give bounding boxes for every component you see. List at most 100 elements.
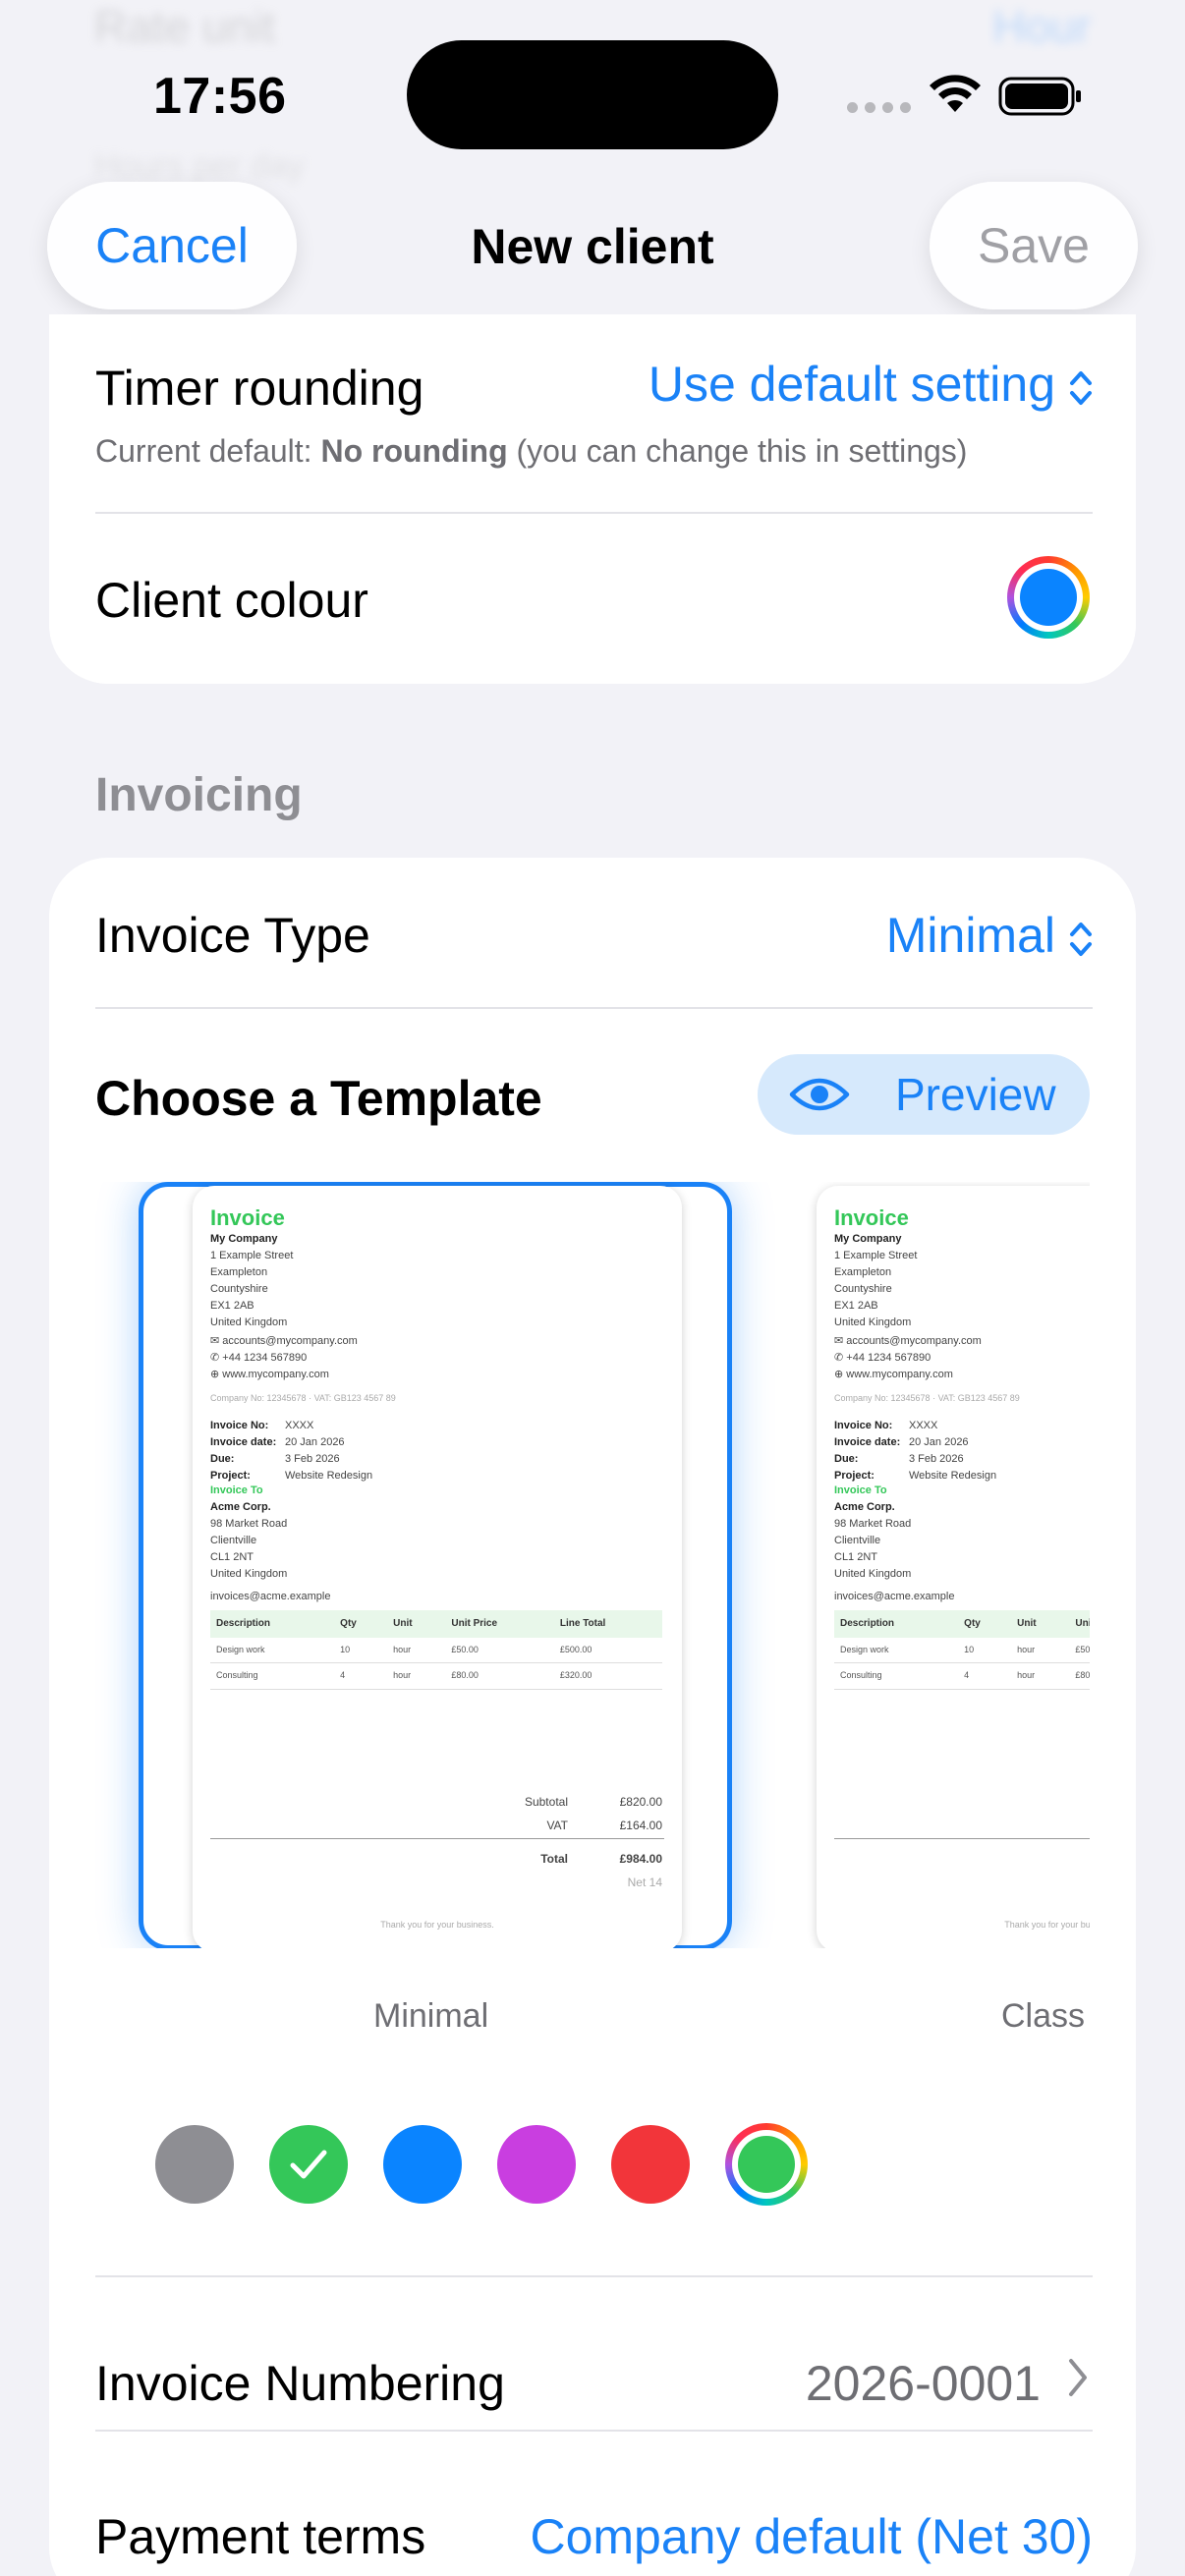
table-cell: Design work	[834, 1637, 959, 1664]
invoice-to-label: Invoice To	[210, 1484, 263, 1496]
total-value: £820.00	[619, 1795, 662, 1809]
colour-swatch[interactable]	[497, 2125, 576, 2204]
client-address-line: CL1 2NT	[834, 1551, 878, 1564]
meta-value: 3 Feb 2026	[285, 1453, 340, 1466]
invoice-preview-client: Invoice To Acme Corp. 98 Market Road Client…	[210, 1483, 330, 1605]
custom-colour-ring	[732, 2130, 801, 2199]
table-header-cell: Description	[834, 1610, 959, 1638]
colour-swatch[interactable]	[155, 2125, 234, 2204]
custom-colour-swatch[interactable]	[725, 2123, 808, 2206]
invoice-numbering-value[interactable]: 2026-0001	[806, 2355, 1041, 2412]
meta-value: XXXX	[285, 1420, 314, 1431]
invoice-meta-row: Invoice No: XXXX	[834, 1418, 996, 1434]
table-cell: hour	[1011, 1662, 1070, 1691]
cellular-signal-icon	[847, 102, 911, 113]
client-colour-picker[interactable]	[1007, 556, 1090, 639]
meta-key: Invoice date:	[834, 1436, 901, 1449]
wifi-icon	[930, 75, 981, 112]
timer-rounding-value: Use default setting	[648, 357, 1055, 412]
line-items-table: DescriptionQtyUnitUnit PriceLine TotalDe…	[210, 1610, 662, 1691]
timer-rounding-picker[interactable]: Use default setting	[649, 356, 1093, 413]
table-header-cell: Unit Price	[445, 1610, 554, 1638]
invoice-preview-table: DescriptionQtyUnitUnit PriceLine TotalDe…	[834, 1610, 1090, 1691]
invoice-total-row: Total £984.00	[474, 1850, 662, 1869]
invoice-meta-row: Invoice date: 20 Jan 2026	[834, 1434, 996, 1451]
client-colour-swatch	[1020, 569, 1077, 626]
template-carousel[interactable]: Invoice My Company 1 Example Street Example…	[49, 1182, 1090, 1948]
colour-swatch[interactable]	[269, 2125, 348, 2204]
ghost-rate-unit: Rate unit	[94, 1, 276, 52]
payment-terms-picker[interactable]: Company default (Net 30)	[530, 2508, 1093, 2565]
table-cell: £500.00	[553, 1637, 662, 1664]
table-cell: £320.00	[553, 1662, 662, 1691]
template-card-classic[interactable]: Invoice My Company 1 Example Street Example…	[817, 1186, 1090, 1948]
total-label: Subtotal	[524, 1795, 568, 1809]
company-address-line: Exampleton	[834, 1266, 892, 1279]
invoice-meta-row: Invoice No: XXXX	[210, 1418, 372, 1434]
invoice-preview-company: My Company 1 Example Street Exampleton Coun…	[210, 1231, 293, 1331]
table-cell: 10	[334, 1637, 388, 1664]
invoice-type-picker[interactable]: Minimal	[886, 907, 1093, 964]
divider	[95, 2275, 1093, 2277]
ghost-rate-value: Hour	[992, 1, 1091, 52]
preview-button[interactable]: Preview	[758, 1054, 1090, 1135]
invoice-preview-company: My Company 1 Example Street Exampleton Coun…	[834, 1231, 917, 1331]
client-address-line: 98 Market Road	[834, 1518, 912, 1531]
company-address-line: United Kingdom	[834, 1316, 912, 1329]
table-header-cell: Line Total	[553, 1610, 662, 1638]
company-contact-line: ✉ accounts@mycompany.com	[210, 1335, 358, 1347]
checkmark-icon	[290, 2150, 327, 2179]
template-caption-classic: Class	[1001, 1997, 1086, 2035]
payment-terms-note: Net 14	[627, 1876, 662, 1889]
invoice-preview-contact: ✉ accounts@mycompany.com ✆ +44 1234 56789…	[834, 1333, 982, 1383]
table-row: Consulting4hour£80.00£320.00	[834, 1662, 1090, 1691]
invoice-preview-contact: ✉ accounts@mycompany.com ✆ +44 1234 56789…	[210, 1333, 358, 1383]
save-button[interactable]: Save	[930, 182, 1138, 309]
invoice-to-label: Invoice To	[834, 1484, 887, 1496]
meta-key: Due:	[834, 1453, 859, 1466]
eye-icon	[789, 1078, 850, 1111]
colour-swatch[interactable]	[383, 2125, 462, 2204]
timer-rounding-note: Current default: No rounding (you can ch…	[95, 433, 968, 469]
table-cell: hour	[1011, 1637, 1070, 1664]
invoice-preview-title: Invoice	[210, 1205, 285, 1230]
preview-label: Preview	[895, 1069, 1056, 1120]
table-cell: 4	[958, 1662, 1012, 1691]
client-email: invoices@acme.example	[210, 1591, 331, 1603]
company-contact-line: ✆ +44 1234 567890	[210, 1352, 308, 1365]
meta-value: 3 Feb 2026	[909, 1453, 964, 1466]
client-colour-label: Client colour	[95, 573, 368, 628]
invoice-type-label: Invoice Type	[95, 908, 370, 963]
table-cell: £50.00	[445, 1637, 554, 1664]
company-contact-line: ⊕ www.mycompany.com	[834, 1369, 953, 1381]
table-cell: £50.00	[1069, 1637, 1090, 1664]
colour-swatch[interactable]	[611, 2125, 690, 2204]
invoice-preview-meta: Invoice No: XXXX Invoice date: 20 Jan 2026 D…	[834, 1418, 996, 1484]
company-contact-line: ⊕ www.mycompany.com	[210, 1369, 329, 1381]
total-label: VAT	[546, 1819, 568, 1832]
total-value: £984.00	[619, 1852, 662, 1866]
invoicing-card: Invoice Type Minimal Choose a Template P…	[49, 858, 1136, 2576]
meta-key: Invoice No:	[834, 1420, 893, 1431]
invoice-footer: Thank you for your business.	[1004, 1920, 1090, 1930]
client-address-line: Clientville	[834, 1535, 881, 1547]
table-cell: £80.00	[445, 1662, 554, 1691]
table-row: Design work10hour£50.00£500.00	[834, 1637, 1090, 1664]
template-card-minimal[interactable]: Invoice My Company 1 Example Street Example…	[193, 1186, 682, 1948]
line-items-table: DescriptionQtyUnitUnit PriceLine TotalDe…	[834, 1610, 1090, 1691]
meta-value: XXXX	[909, 1420, 938, 1431]
invoice-meta-row: Invoice date: 20 Jan 2026	[210, 1434, 372, 1451]
dynamic-island	[407, 40, 778, 149]
meta-value: Website Redesign	[909, 1470, 997, 1483]
meta-key: Invoice No:	[210, 1420, 269, 1431]
table-cell: 10	[958, 1637, 1012, 1664]
company-name: My Company	[210, 1233, 278, 1245]
client-address-line: United Kingdom	[210, 1568, 288, 1581]
invoice-meta-row: Due: 3 Feb 2026	[834, 1451, 996, 1468]
table-cell: £80.00	[1069, 1662, 1090, 1691]
choose-template-heading: Choose a Template	[95, 1071, 542, 1126]
table-header-cell: Qty	[334, 1610, 388, 1638]
client-address-line: 98 Market Road	[210, 1518, 288, 1531]
company-address-line: EX1 2AB	[834, 1300, 878, 1313]
meta-value: 20 Jan 2026	[285, 1436, 345, 1449]
